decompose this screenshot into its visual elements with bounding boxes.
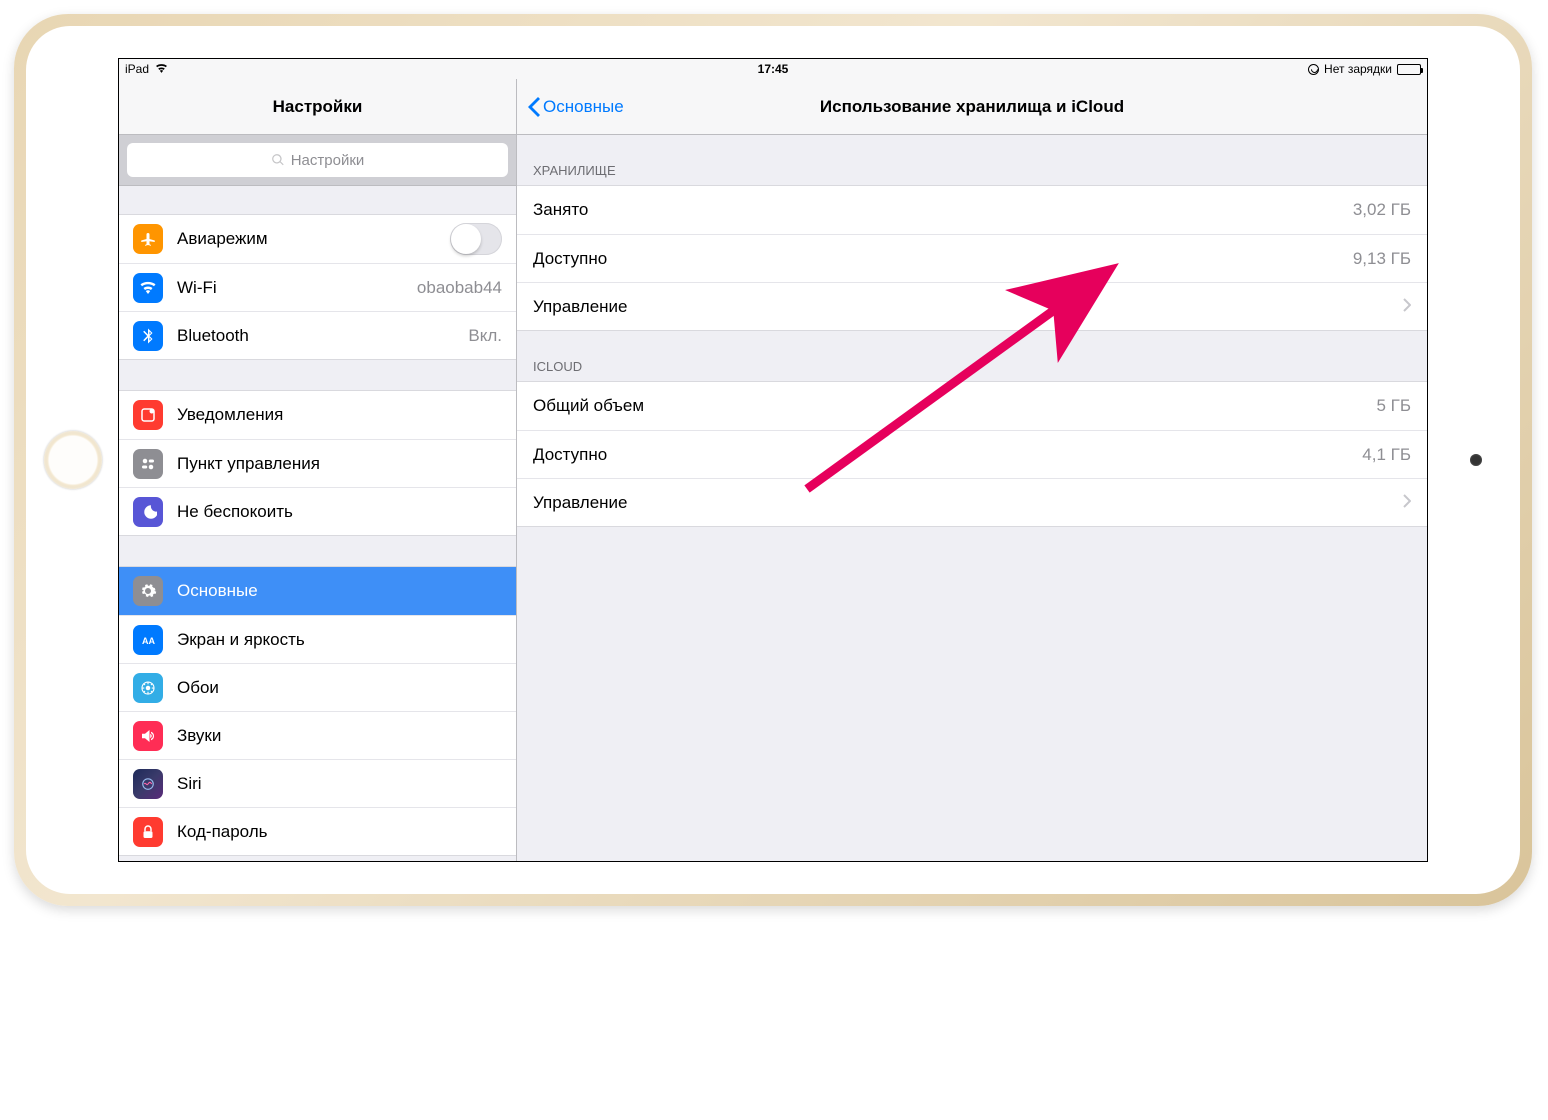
sidebar-item-label: Wi-Fi [177,278,417,298]
sidebar-item-display[interactable]: AA Экран и яркость [119,615,516,663]
icloud-group: Общий объем 5 ГБ Доступно 4,1 ГБ Управле… [517,381,1427,527]
screen: iPad 17:45 Нет зарядки Настройки [118,58,1428,862]
row-label: Доступно [533,249,1353,269]
svg-text:AA: AA [142,635,155,645]
sidebar-item-label: Siri [177,774,502,794]
sidebar-item-label: Уведомления [177,405,502,425]
search-icon [271,153,285,167]
chevron-right-icon [1403,297,1411,317]
storage-manage-row[interactable]: Управление [517,282,1427,330]
row-label: Общий объем [533,396,1376,416]
icloud-manage-row[interactable]: Управление [517,478,1427,526]
dnd-icon [133,497,163,527]
sidebar-item-label: Звуки [177,726,502,746]
detail-pane: Основные Использование хранилища и iClou… [517,79,1427,861]
row-value: 4,1 ГБ [1362,445,1411,465]
bluetooth-icon [133,321,163,351]
sidebar-group-device: Основные AA Экран и яркость [119,566,516,856]
sidebar-item-label: Экран и яркость [177,630,502,650]
search-wrap: Настройки [119,135,516,186]
charging-label: Нет зарядки [1324,62,1392,76]
back-button[interactable]: Основные [527,97,624,117]
sidebar-item-airplane[interactable]: Авиарежим [119,215,516,263]
status-bar: iPad 17:45 Нет зарядки [119,59,1427,79]
search-placeholder: Настройки [291,152,365,169]
wifi-value: obaobab44 [417,278,502,298]
sidebar-item-dnd[interactable]: Не беспокоить [119,487,516,535]
device-label: iPad [125,62,149,76]
notifications-icon [133,400,163,430]
back-label: Основные [543,97,624,117]
chevron-right-icon [1403,493,1411,513]
detail-header: Основные Использование хранилища и iClou… [517,79,1427,135]
row-label: Управление [533,297,1393,317]
icloud-total-row: Общий объем 5 ГБ [517,382,1427,430]
sidebar-item-label: Bluetooth [177,326,468,346]
settings-sidebar: Настройки Настройки Авиаре [119,79,517,861]
ipad-frame: iPad 17:45 Нет зарядки Настройки [14,14,1532,906]
siri-icon [133,769,163,799]
airplane-icon [133,224,163,254]
sidebar-item-siri[interactable]: Siri [119,759,516,807]
status-time: 17:45 [119,62,1427,76]
sidebar-item-label: Код-пароль [177,822,502,842]
battery-icon [1397,64,1421,75]
home-button[interactable] [44,431,102,489]
search-input[interactable]: Настройки [127,143,508,177]
sync-icon [1308,64,1319,75]
row-label: Доступно [533,445,1362,465]
icloud-available-row: Доступно 4,1 ГБ [517,430,1427,478]
sidebar-item-label: Обои [177,678,502,698]
sidebar-item-control-center[interactable]: Пункт управления [119,439,516,487]
sidebar-item-notifications[interactable]: Уведомления [119,391,516,439]
ipad-frame-inner: iPad 17:45 Нет зарядки Настройки [26,26,1520,894]
section-header-icloud: ICLOUD [517,331,1427,381]
sidebar-item-wifi[interactable]: Wi-Fi obaobab44 [119,263,516,311]
detail-title: Использование хранилища и iCloud [517,97,1427,117]
sounds-icon [133,721,163,751]
sidebar-item-label: Не беспокоить [177,502,502,522]
sidebar-item-passcode[interactable]: Код-пароль [119,807,516,855]
wifi-icon [155,62,168,76]
storage-group: Занято 3,02 ГБ Доступно 9,13 ГБ Управлен… [517,185,1427,331]
row-value: 3,02 ГБ [1353,200,1411,220]
storage-available-row: Доступно 9,13 ГБ [517,234,1427,282]
sidebar-item-bluetooth[interactable]: Bluetooth Вкл. [119,311,516,359]
bluetooth-value: Вкл. [468,326,502,346]
gear-icon [133,576,163,606]
row-value: 9,13 ГБ [1353,249,1411,269]
sidebar-item-label: Пункт управления [177,454,502,474]
sidebar-item-sounds[interactable]: Звуки [119,711,516,759]
section-header-storage: ХРАНИЛИЩЕ [517,135,1427,185]
lock-icon [133,817,163,847]
sidebar-item-label: Основные [177,581,502,601]
display-icon: AA [133,625,163,655]
airplane-toggle[interactable] [450,223,502,255]
sidebar-item-general[interactable]: Основные [119,567,516,615]
control-center-icon [133,449,163,479]
sidebar-group-connectivity: Авиарежим Wi-Fi obaobab44 [119,214,516,360]
sidebar-group-alerts: Уведомления Пункт управления [119,390,516,536]
sidebar-item-wallpaper[interactable]: Обои [119,663,516,711]
row-value: 5 ГБ [1376,396,1411,416]
sidebar-title: Настройки [119,79,516,135]
row-label: Управление [533,493,1393,513]
wallpaper-icon [133,673,163,703]
sidebar-item-label: Авиарежим [177,229,450,249]
wifi-settings-icon [133,273,163,303]
row-label: Занято [533,200,1353,220]
front-camera [1470,454,1482,466]
storage-used-row: Занято 3,02 ГБ [517,186,1427,234]
chevron-left-icon [527,97,541,117]
